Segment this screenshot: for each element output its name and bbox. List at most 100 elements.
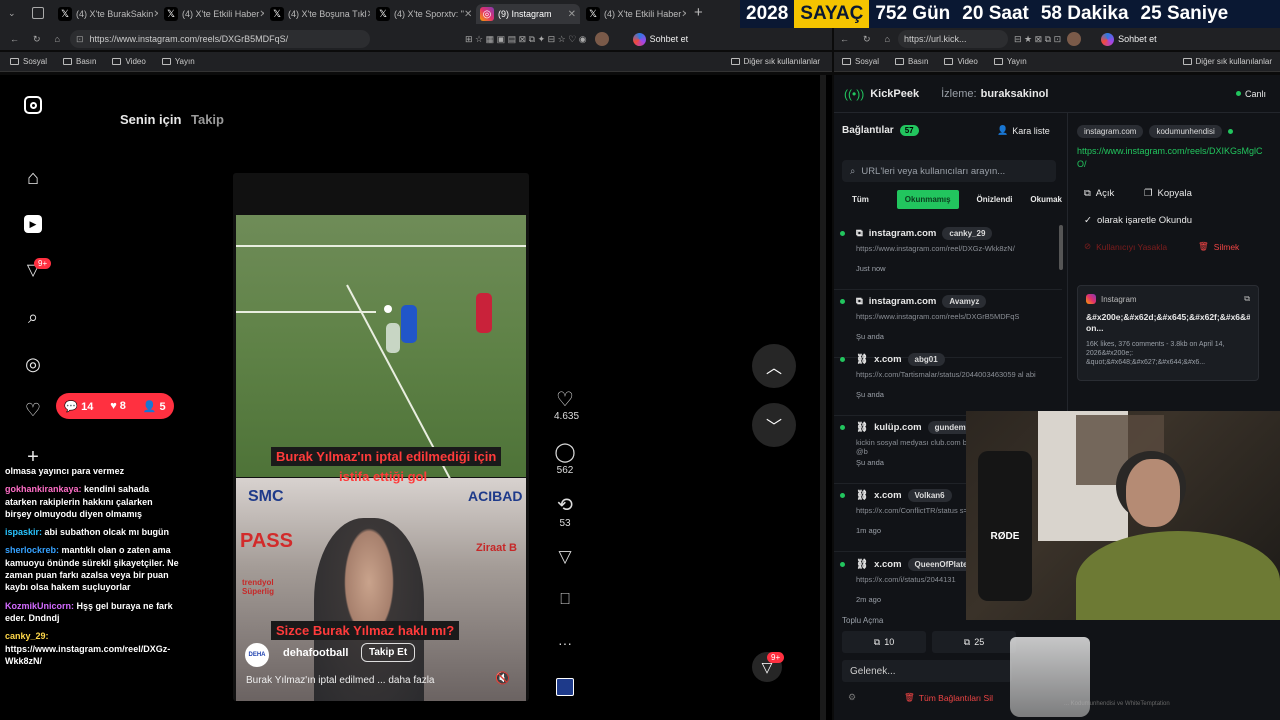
share-icon[interactable]: ▽ bbox=[554, 547, 576, 567]
follow-button[interactable]: Takip Et bbox=[361, 643, 416, 662]
streamer-face bbox=[1126, 459, 1180, 527]
url-field[interactable]: ⊡ https://www.instagram.com/reels/DXGrB5… bbox=[69, 30, 370, 48]
folder-icon bbox=[895, 58, 905, 65]
back-icon[interactable]: ← bbox=[840, 34, 849, 44]
profile-avatar[interactable] bbox=[1067, 32, 1082, 46]
connection-item[interactable]: ⧉ instagram.com canky_29 https://www.instag… bbox=[834, 222, 1062, 290]
blacklist-button[interactable]: 👤 Kara liste bbox=[997, 125, 1050, 136]
other-bookmarks[interactable]: Diğer sık kullanılanlar bbox=[730, 57, 820, 66]
audio-thumb[interactable] bbox=[556, 678, 574, 696]
copy-button[interactable]: ❐ Kopyala bbox=[1144, 188, 1192, 199]
bookmark-folder[interactable]: Sosyal bbox=[842, 57, 879, 66]
bookmark-folder[interactable]: Yayın bbox=[993, 57, 1027, 66]
close-icon[interactable]: ✕ bbox=[259, 9, 264, 20]
extensions-icon[interactable]: ⊟ ★ ⊠ ⧉ ⊡ bbox=[1014, 34, 1061, 45]
chat-message: sherlockreb: mantıklı olan o zaten ama k… bbox=[5, 544, 180, 593]
browser-tab[interactable]: 𝕏 (4) X'te BurakSakin ✕ bbox=[54, 4, 158, 24]
item-site: x.com bbox=[874, 354, 902, 365]
back-icon[interactable]: ← bbox=[10, 34, 19, 44]
other-bookmarks[interactable]: Diğer sık kullanılanlar bbox=[1182, 57, 1272, 66]
watching-label: İzleme: bbox=[941, 87, 977, 100]
folder-icon bbox=[944, 58, 954, 65]
ban-user-button[interactable]: ⊘ Kullanıcıyı Yasakla bbox=[1084, 241, 1167, 252]
close-icon[interactable]: ✕ bbox=[681, 9, 686, 20]
bulk-open-25-button[interactable]: ⧉ 25 bbox=[932, 631, 1016, 653]
copilot-chat-button[interactable]: Sohbet et bbox=[1101, 32, 1157, 46]
reload-icon[interactable]: ↻ bbox=[33, 34, 41, 45]
incoming-select[interactable]: Gelenek... bbox=[842, 660, 1012, 682]
delete-button[interactable]: 🗑 Silmek bbox=[1198, 241, 1239, 252]
comment-icon[interactable]: ◯ bbox=[554, 441, 576, 464]
new-tab-plus-icon[interactable]: + bbox=[694, 4, 703, 21]
previous-reel-button[interactable]: ︿ bbox=[752, 344, 796, 388]
more-options-icon[interactable]: ··· bbox=[554, 635, 576, 651]
like-heart-icon[interactable]: ♡ bbox=[554, 387, 576, 412]
bookmark-folder[interactable]: Yayın bbox=[161, 57, 195, 66]
close-icon[interactable]: ✕ bbox=[568, 9, 576, 20]
browser-tab[interactable]: 𝕏 (4) X'te Boşuna Tıkl✕ bbox=[266, 4, 370, 24]
repost-icon[interactable]: ⟲ bbox=[554, 494, 576, 517]
bookmark-label: Yayın bbox=[1006, 57, 1027, 66]
bulk-open-10-button[interactable]: ⧉ 10 bbox=[842, 631, 926, 653]
workspaces-icon[interactable] bbox=[32, 7, 44, 19]
list-scrollbar[interactable] bbox=[1059, 225, 1063, 270]
clear-all-button[interactable]: 🗑 Tüm Bağlantıları Sil bbox=[904, 692, 993, 703]
url-field[interactable]: https://url.kick... bbox=[897, 30, 1008, 48]
tab-menu-icon[interactable]: ⌄ bbox=[8, 8, 20, 20]
folder-icon bbox=[1182, 58, 1192, 65]
link-preview-card[interactable]: Instagram ⧉ &#x200e;&#x62d;&#x645;&#x62f;… bbox=[1077, 285, 1259, 381]
copilot-chat-button[interactable]: Sohbet et bbox=[632, 32, 688, 46]
bookmark-folder[interactable]: Sosyal bbox=[10, 57, 47, 66]
open-button[interactable]: ⧉ Açık bbox=[1084, 188, 1114, 199]
reel-description[interactable]: Burak Yılmaz'ın iptal edilmed ... daha f… bbox=[246, 675, 435, 686]
bookmark-folder[interactable]: Video bbox=[112, 57, 146, 66]
detail-site: instagram.com bbox=[1077, 125, 1144, 138]
bookmark-folder[interactable]: Basın bbox=[63, 57, 96, 66]
scrollbar[interactable] bbox=[820, 75, 826, 720]
reels-icon[interactable]: ▶ bbox=[22, 213, 44, 235]
filter-all[interactable]: Tüm bbox=[842, 195, 879, 204]
bookmark-folder[interactable]: Video bbox=[944, 57, 978, 66]
save-bookmark-icon[interactable]: ⎕ bbox=[554, 591, 576, 609]
reload-icon[interactable]: ↻ bbox=[863, 34, 871, 45]
ball bbox=[384, 305, 392, 313]
instagram-logo-icon[interactable] bbox=[22, 94, 44, 116]
filter-previewed[interactable]: Önizlendi bbox=[977, 195, 1013, 204]
extensions-icon[interactable]: ⊞ ☆ ▦ ▣ ▤ ⊠ ⧉ ✦ ⊟ ☆ ♡ ◉ bbox=[465, 34, 587, 45]
profile-avatar[interactable] bbox=[594, 32, 609, 46]
explore-icon[interactable]: ◎ bbox=[22, 353, 44, 375]
close-icon[interactable]: ✕ bbox=[464, 9, 472, 20]
item-site: instagram.com bbox=[868, 296, 937, 307]
settings-gear-icon[interactable]: ⚙ bbox=[848, 692, 856, 703]
account-name[interactable]: dehafootball bbox=[283, 647, 348, 659]
external-link-icon[interactable]: ⧉ bbox=[1244, 294, 1250, 304]
detail-url[interactable]: https://www.instagram.com/reels/DXIKGsMg… bbox=[1077, 145, 1267, 171]
connection-item[interactable]: ⛓ x.com abg01 https://x.com/Tartismalar/sta… bbox=[834, 348, 1062, 416]
chevron-up-icon: ︿ bbox=[765, 360, 782, 377]
filter-unread[interactable]: Okunmamış bbox=[896, 189, 959, 209]
mark-read-button[interactable]: ✓ olarak işaretle Okundu bbox=[1084, 215, 1192, 226]
account-avatar[interactable]: DEHA bbox=[245, 643, 269, 667]
tab-following[interactable]: Takip bbox=[191, 112, 224, 127]
home-icon[interactable]: ⌂ bbox=[885, 34, 890, 44]
search-icon[interactable]: ⌕ bbox=[22, 306, 44, 328]
browser-tab[interactable]: 𝕏 (4) X'te Etkili Haber ✕ bbox=[582, 4, 686, 24]
close-icon[interactable]: ✕ bbox=[153, 9, 158, 20]
copilot-icon bbox=[632, 32, 646, 46]
bookmark-label: Video bbox=[957, 57, 978, 66]
next-reel-button[interactable]: ﹀ bbox=[752, 403, 796, 447]
search-input[interactable]: ⌕ URL'leri veya kullanıcıları arayın... bbox=[842, 160, 1056, 182]
chat-username: canky_29: bbox=[5, 631, 49, 642]
home-icon[interactable]: ⌂ bbox=[22, 167, 44, 189]
notifications-heart-icon[interactable]: ♡ bbox=[22, 399, 44, 421]
browser-tab[interactable]: 𝕏 (4) X'te Etkili Haber ✕ bbox=[160, 4, 264, 24]
filter-read[interactable]: Okumak bbox=[1030, 195, 1064, 204]
tab-for-you[interactable]: Senin için bbox=[120, 112, 181, 127]
bookmark-folder[interactable]: Basın bbox=[895, 57, 928, 66]
browser-tab[interactable]: 𝕏 (4) X'te Sporxtv: " ✕ bbox=[372, 4, 476, 24]
browser-tab-active[interactable]: ◎ (9) Instagram ✕ bbox=[476, 4, 580, 24]
close-icon[interactable]: ✕ bbox=[367, 9, 370, 20]
home-icon[interactable]: ⌂ bbox=[55, 34, 60, 44]
mute-icon[interactable]: 🔇 bbox=[495, 671, 510, 685]
reel-video[interactable]: SMC PASS ACIBAD Ziraat B trendyol Süperl… bbox=[233, 173, 529, 701]
